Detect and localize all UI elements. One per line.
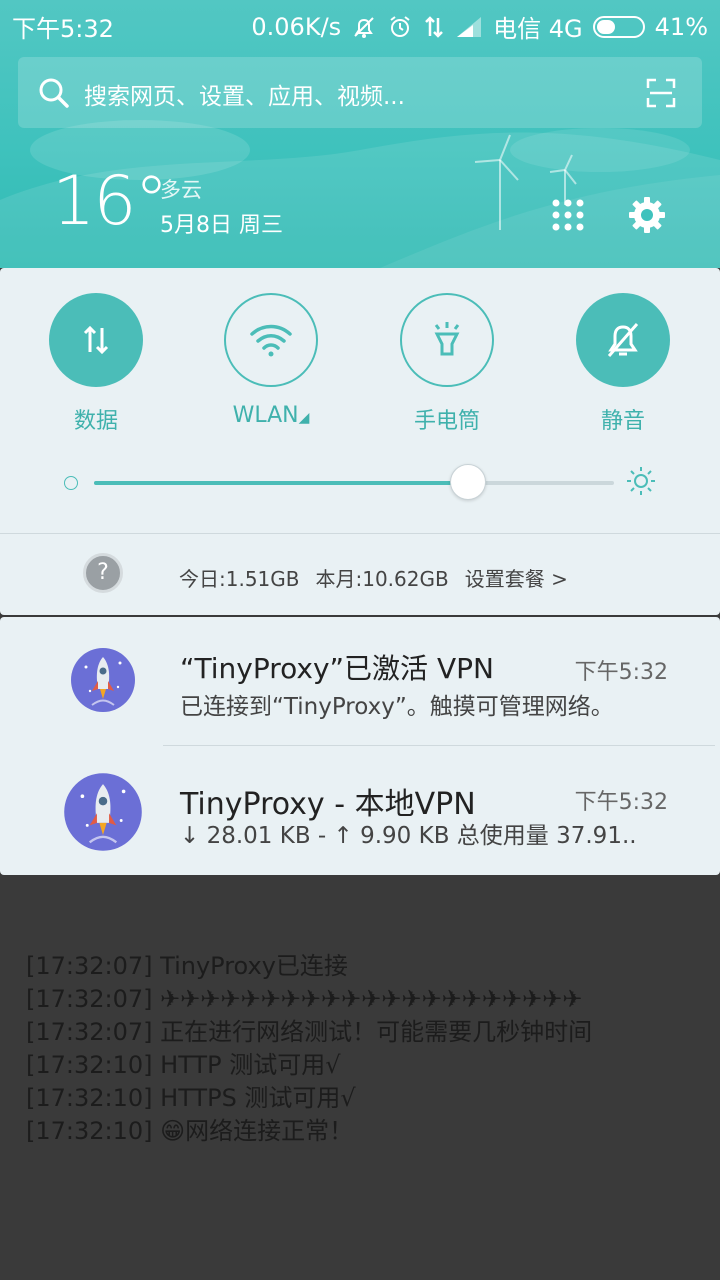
battery-percent: 41% [654, 12, 708, 41]
rocket-icon [63, 772, 143, 856]
weather-condition: 多云 [160, 178, 202, 202]
search-placeholder: 搜索网页、设置、应用、视频... [84, 84, 405, 110]
log-line: [17:32:07] 正在进行网络测试！可能需要几秒钟时间 [26, 1018, 593, 1046]
flashlight-icon [400, 293, 494, 387]
wifi-icon [224, 293, 318, 387]
alarm-icon [387, 14, 413, 40]
data-transfer-icon [423, 14, 445, 40]
net-speed: 0.06K/s [251, 12, 342, 41]
log-line: [17:32:07] TinyProxy已连接 [26, 952, 348, 980]
weather-temperature[interactable]: 16° [52, 162, 169, 241]
brightness-slider[interactable] [58, 463, 668, 503]
notification-list: “TinyProxy”已激活 VPN 下午5:32 已连接到“TinyProxy… [0, 617, 720, 875]
brightness-track[interactable] [94, 481, 614, 485]
toggle-label: 静音 [600, 409, 645, 434]
brightness-high-icon [626, 466, 656, 500]
notification-item[interactable]: TinyProxy - 本地VPN 下午5:32 ↓ 28.01 KB - ↑ … [0, 747, 720, 875]
help-icon: ? [83, 553, 123, 593]
brightness-fill [94, 481, 468, 485]
notification-body: 已连接到“TinyProxy”。触摸可管理网络。 [180, 694, 614, 720]
log-line: [17:32:10] HTTP 测试可用√ [26, 1051, 341, 1079]
toggle-mobile-data[interactable]: 数据 [31, 293, 161, 435]
data-today: 今日:1.51GB [179, 567, 300, 591]
toggle-silent[interactable]: 静音 [558, 293, 688, 435]
search-bar[interactable]: 搜索网页、设置、应用、视频... [18, 57, 702, 128]
toggle-label: 数据 [73, 409, 118, 434]
notification-item[interactable]: “TinyProxy”已激活 VPN 下午5:32 已连接到“TinyProxy… [0, 617, 720, 746]
toggle-flashlight[interactable]: 手电筒 [382, 293, 512, 435]
notification-shade-header: 下午5:32 0.06K/s 电信 4G 41% 搜索网页、设置、应用、视频..… [0, 0, 720, 268]
data-usage-text: 今日:1.51GB 本月:10.62GB 设置套餐 > [179, 563, 584, 592]
carrier-label: 电信 4G [493, 15, 583, 43]
weather-date: 5月8日 周三 [160, 213, 283, 238]
log-line: [17:32:10] 😁网络连接正常！ [26, 1117, 354, 1145]
app-log: [17:32:07] TinyProxy已连接 [17:32:07] ✈✈✈✈✈… [26, 950, 592, 1148]
set-plan-link[interactable]: 设置套餐 > [465, 567, 568, 591]
data-arrows-icon [49, 293, 143, 387]
quick-settings-panel: 数据 WLAN◢ 手电筒 静音 ? 今日:1.51GB 本月:10.62GB 设置套… [0, 268, 720, 615]
brightness-low-icon [64, 476, 78, 490]
scan-icon[interactable] [646, 78, 676, 112]
signal-icon [455, 15, 483, 39]
log-line: [17:32:07] ✈✈✈✈✈✈✈✈✈✈✈✈✈✈✈✈✈✈✈✈✈ [26, 985, 583, 1013]
notification-title: “TinyProxy”已激活 VPN [180, 652, 494, 685]
gear-icon[interactable] [628, 196, 666, 238]
bell-off-icon [351, 14, 377, 40]
notification-time: 下午5:32 [574, 790, 668, 815]
status-time: 下午5:32 [12, 15, 114, 43]
data-usage-row[interactable]: ? 今日:1.51GB 本月:10.62GB 设置套餐 > [0, 534, 720, 614]
toggle-label: WLAN◢ [232, 403, 310, 428]
expand-triangle-icon: ◢ [298, 410, 310, 426]
app-grid-icon[interactable] [551, 198, 585, 236]
toggle-wlan[interactable]: WLAN◢ [206, 293, 336, 428]
bell-off-icon [576, 293, 670, 387]
toggle-label: 手电筒 [413, 409, 480, 434]
status-bar: 下午5:32 0.06K/s 电信 4G 41% [0, 0, 720, 50]
data-month: 本月:10.62GB [315, 567, 449, 591]
notification-body: ↓ 28.01 KB - ↑ 9.90 KB 总使用量 37.91.. [180, 823, 637, 849]
notification-time: 下午5:32 [574, 660, 668, 685]
log-line: [17:32:10] HTTPS 测试可用√ [26, 1084, 356, 1112]
rocket-icon [70, 647, 136, 717]
notification-divider [163, 745, 715, 746]
brightness-knob[interactable] [450, 464, 486, 500]
battery-icon [592, 15, 645, 38]
search-icon [38, 77, 70, 113]
